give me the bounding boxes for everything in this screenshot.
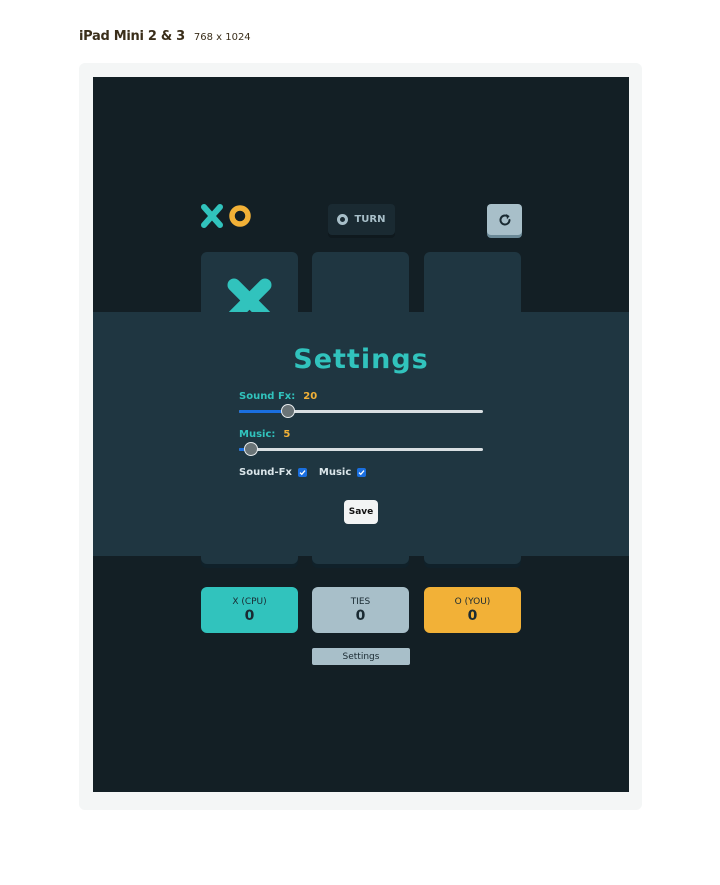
- score-x-value: 0: [244, 607, 255, 624]
- restart-button[interactable]: [487, 204, 522, 235]
- x-icon: [201, 204, 223, 228]
- music-slider[interactable]: [239, 442, 483, 456]
- check-icon: [358, 470, 365, 476]
- music-label: Music:: [239, 429, 276, 440]
- music-value: 5: [283, 429, 291, 440]
- device-size: 768 x 1024: [193, 32, 251, 43]
- checkbox-row: Sound-Fx Music: [239, 467, 367, 478]
- restart-icon: [499, 213, 510, 225]
- o-turn-icon: [337, 214, 349, 225]
- modal-title: Settings: [293, 344, 429, 375]
- score-x-cpu: X (CPU) 0: [201, 587, 298, 633]
- score-o-you: O (YOU) 0: [424, 587, 521, 633]
- save-button[interactable]: Save: [344, 500, 378, 524]
- score-o-label: O (YOU): [454, 596, 491, 607]
- sound-fx-checkbox[interactable]: [297, 468, 307, 477]
- settings-modal: Settings Sound Fx: 20 Music: 5 Sound-Fx: [93, 312, 629, 556]
- device-name: iPad Mini 2 & 3: [79, 29, 185, 44]
- sound-fx-value: 20: [303, 391, 318, 402]
- score-o-value: 0: [467, 607, 478, 624]
- sound-fx-label: Sound Fx:: [239, 391, 296, 402]
- score-ties-label: TIES: [350, 596, 371, 607]
- turn-indicator: TURN: [328, 204, 395, 235]
- music-checkbox-label: Music: [318, 467, 352, 478]
- sound-fx-slider[interactable]: [239, 404, 483, 418]
- music-label-row: Music: 5: [239, 429, 290, 440]
- turn-label: TURN: [354, 214, 386, 225]
- sound-fx-slider-thumb[interactable]: [280, 404, 295, 418]
- sound-fx-checkbox-label: Sound-Fx: [239, 467, 292, 478]
- settings-button[interactable]: Settings: [312, 648, 410, 665]
- music-slider-thumb[interactable]: [244, 442, 259, 456]
- page: iPad Mini 2 & 3 768 x 1024 TURN X (CPU) …: [0, 0, 720, 885]
- score-ties: TIES 0: [312, 587, 409, 633]
- game-screen: TURN X (CPU) 0 TIES 0 O (YOU) 0 Settings…: [93, 77, 629, 792]
- sound-fx-label-row: Sound Fx: 20: [239, 391, 317, 402]
- music-checkbox[interactable]: [357, 468, 367, 477]
- music-checkbox-item[interactable]: Music: [318, 467, 367, 478]
- device-title: iPad Mini 2 & 3 768 x 1024: [79, 29, 251, 44]
- score-x-label: X (CPU): [232, 596, 267, 607]
- logo: [201, 204, 251, 228]
- check-icon: [299, 470, 306, 476]
- score-ties-value: 0: [355, 607, 366, 624]
- sound-fx-checkbox-item[interactable]: Sound-Fx: [239, 467, 307, 478]
- o-icon: [229, 205, 251, 227]
